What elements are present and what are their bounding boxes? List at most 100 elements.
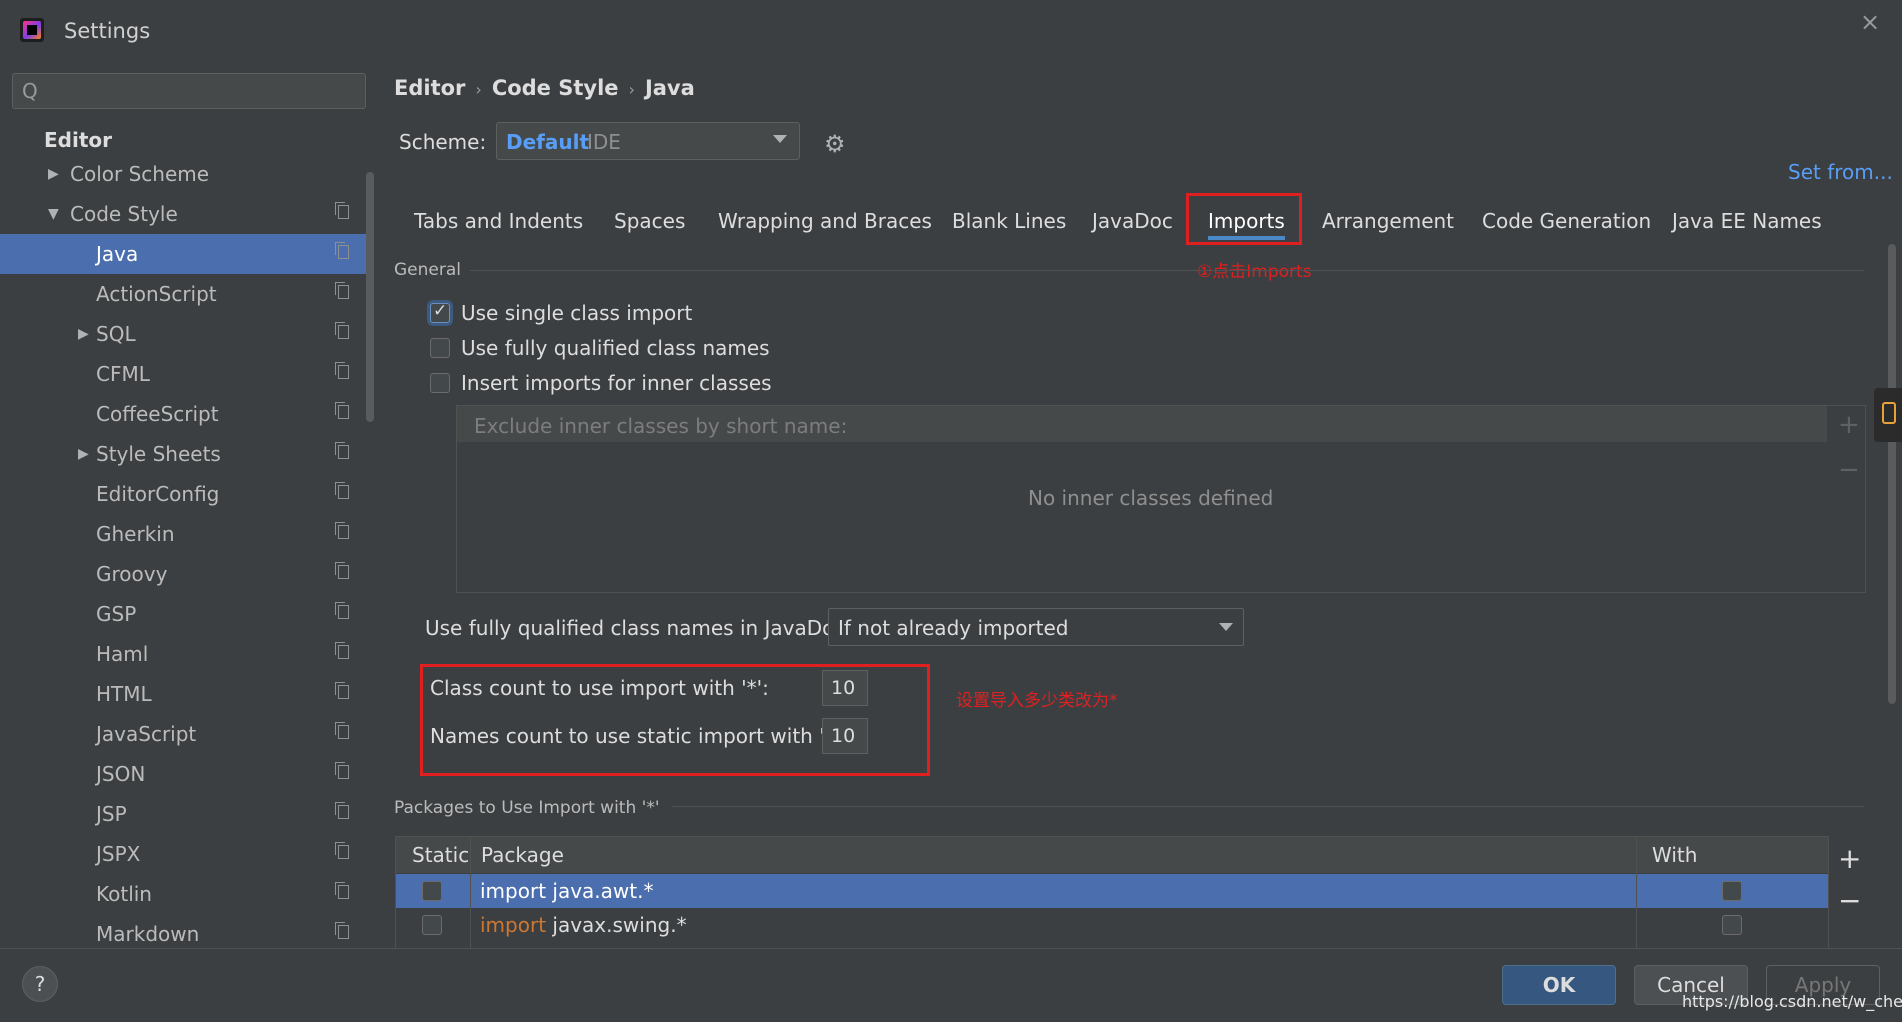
- sidebar-item-json[interactable]: JSON: [0, 754, 372, 794]
- packages-table[interactable]: Static Package With Subpackages import j…: [395, 836, 1829, 950]
- content-scrollbar[interactable]: [1888, 244, 1896, 704]
- package-path: java.awt.*: [546, 879, 654, 903]
- sidebar-item-haml[interactable]: Haml: [0, 634, 372, 674]
- sidebar-item-label: Color Scheme: [70, 162, 210, 186]
- with-subpackages-checkbox[interactable]: [1722, 915, 1742, 935]
- tab-spaces[interactable]: Spaces: [614, 208, 685, 246]
- expand-right-icon[interactable]: ▶: [78, 434, 89, 474]
- sidebar-item-label: EditorConfig: [96, 482, 220, 506]
- static-checkbox[interactable]: [422, 881, 442, 901]
- sidebar-section-editor[interactable]: Editor: [44, 128, 112, 152]
- project-scope-icon: [335, 402, 349, 419]
- static-checkbox[interactable]: [422, 915, 442, 935]
- sidebar-item-javascript[interactable]: JavaScript: [0, 714, 372, 754]
- sidebar-item-editorconfig[interactable]: EditorConfig: [0, 474, 372, 514]
- sidebar-item-cfml[interactable]: CFML: [0, 354, 372, 394]
- settings-search-input[interactable]: Q: [12, 73, 366, 109]
- names-count-label: Names count to use static import with '*…: [430, 724, 847, 748]
- breadcrumb-editor[interactable]: Editor: [394, 76, 465, 100]
- sidebar-item-kotlin[interactable]: Kotlin: [0, 874, 372, 914]
- sidebar-item-color-scheme[interactable]: ▶ Color Scheme: [0, 154, 372, 194]
- project-scope-icon: [335, 442, 349, 459]
- inner-classes-header: Exclude inner classes by short name:: [457, 406, 1827, 442]
- breadcrumb-code-style[interactable]: Code Style: [492, 76, 619, 100]
- column-header-with-subpackages[interactable]: With Subpackages: [1636, 837, 1828, 903]
- scheme-kind: IDE: [587, 130, 621, 154]
- sidebar-item-java[interactable]: Java: [0, 234, 372, 274]
- add-package-button[interactable]: +: [1838, 842, 1861, 875]
- sidebar-item-label: SQL: [96, 322, 136, 346]
- expand-right-icon[interactable]: ▶: [78, 314, 89, 354]
- sidebar-item-label: Java: [96, 242, 139, 266]
- breadcrumb-java: Java: [644, 76, 695, 100]
- sidebar-item-label: Code Style: [70, 202, 178, 226]
- side-tool-tab[interactable]: [1874, 388, 1902, 442]
- class-count-label: Class count to use import with '*':: [430, 676, 769, 700]
- project-scope-icon: [335, 642, 349, 659]
- import-keyword: import: [480, 879, 547, 903]
- gear-icon[interactable]: ⚙: [824, 130, 846, 158]
- set-from-link[interactable]: Set from...: [1788, 160, 1893, 184]
- remove-inner-class-button[interactable]: −: [1838, 455, 1860, 485]
- search-icon: Q: [22, 79, 38, 103]
- javadoc-qualified-dropdown[interactable]: If not already imported: [828, 608, 1244, 646]
- use-fully-qualified-label: Use fully qualified class names: [461, 336, 770, 360]
- tab-wrapping-and-braces[interactable]: Wrapping and Braces: [718, 208, 932, 246]
- sidebar-item-groovy[interactable]: Groovy: [0, 554, 372, 594]
- project-scope-icon: [335, 482, 349, 499]
- tab-blank-lines[interactable]: Blank Lines: [952, 208, 1066, 246]
- column-header-static[interactable]: Static: [396, 837, 470, 873]
- close-icon[interactable]: ×: [1860, 8, 1880, 36]
- sidebar-item-style-sheets[interactable]: ▶ Style Sheets: [0, 434, 372, 474]
- add-inner-class-button[interactable]: +: [1838, 410, 1860, 440]
- javadoc-qualified-value: If not already imported: [838, 616, 1069, 640]
- sidebar-item-label: Groovy: [96, 562, 168, 586]
- tab-tabs-and-indents[interactable]: Tabs and Indents: [414, 208, 583, 246]
- tab-java-ee-names[interactable]: Java EE Names: [1672, 208, 1822, 246]
- sidebar-item-code-style[interactable]: ▼ Code Style: [0, 194, 372, 234]
- use-fully-qualified-checkbox[interactable]: [430, 338, 450, 358]
- class-count-input[interactable]: 10: [822, 670, 868, 706]
- tab-javadoc[interactable]: JavaDoc: [1092, 208, 1173, 246]
- dialog-button-bar: [0, 948, 1902, 1022]
- title-bar: [0, 0, 1902, 62]
- column-header-package[interactable]: Package: [471, 837, 1828, 873]
- sidebar-item-gherkin[interactable]: Gherkin: [0, 514, 372, 554]
- chevron-down-icon: [1219, 623, 1233, 631]
- insert-imports-inner-checkbox[interactable]: [430, 373, 450, 393]
- sidebar-item-label: JSP: [96, 802, 127, 826]
- imports-tab-highlight-box: [1186, 193, 1302, 245]
- sidebar-item-jspx[interactable]: JSPX: [0, 834, 372, 874]
- tab-arrangement[interactable]: Arrangement: [1322, 208, 1454, 246]
- with-subpackages-checkbox[interactable]: [1722, 881, 1742, 901]
- project-scope-icon: [335, 722, 349, 739]
- inner-classes-header-label: Exclude inner classes by short name:: [474, 414, 848, 438]
- help-button[interactable]: ?: [22, 966, 58, 1002]
- sidebar-item-label: CoffeeScript: [96, 402, 219, 426]
- names-count-input[interactable]: 10: [822, 718, 868, 754]
- table-row[interactable]: import javax.swing.*: [396, 908, 1828, 942]
- sidebar-item-html[interactable]: HTML: [0, 674, 372, 714]
- scheme-dropdown[interactable]: Default IDE: [496, 122, 800, 160]
- remove-package-button[interactable]: −: [1838, 884, 1861, 917]
- package-path: javax.swing.*: [546, 913, 687, 937]
- inner-classes-empty-text: No inner classes defined: [1028, 486, 1274, 510]
- project-scope-icon: [335, 522, 349, 539]
- tab-code-generation[interactable]: Code Generation: [1482, 208, 1651, 246]
- sidebar-item-jsp[interactable]: JSP: [0, 794, 372, 834]
- expand-down-icon[interactable]: ▼: [48, 194, 59, 234]
- ok-button[interactable]: OK: [1502, 965, 1616, 1005]
- sidebar-item-gsp[interactable]: GSP: [0, 594, 372, 634]
- sidebar-item-sql[interactable]: ▶ SQL: [0, 314, 372, 354]
- divider: [672, 806, 1864, 807]
- use-single-class-import-checkbox[interactable]: [430, 301, 450, 323]
- sidebar-scrollbar[interactable]: [366, 172, 374, 422]
- expand-right-icon[interactable]: ▶: [48, 154, 59, 194]
- sidebar-item-label: HTML: [96, 682, 152, 706]
- sidebar-item-coffeescript[interactable]: CoffeeScript: [0, 394, 372, 434]
- sidebar-item-actionscript[interactable]: ActionScript: [0, 274, 372, 314]
- column-divider: [470, 837, 471, 949]
- general-section-title: General: [394, 260, 461, 280]
- package-name: import java.awt.*: [480, 874, 653, 908]
- table-row[interactable]: import java.awt.*: [396, 874, 1828, 908]
